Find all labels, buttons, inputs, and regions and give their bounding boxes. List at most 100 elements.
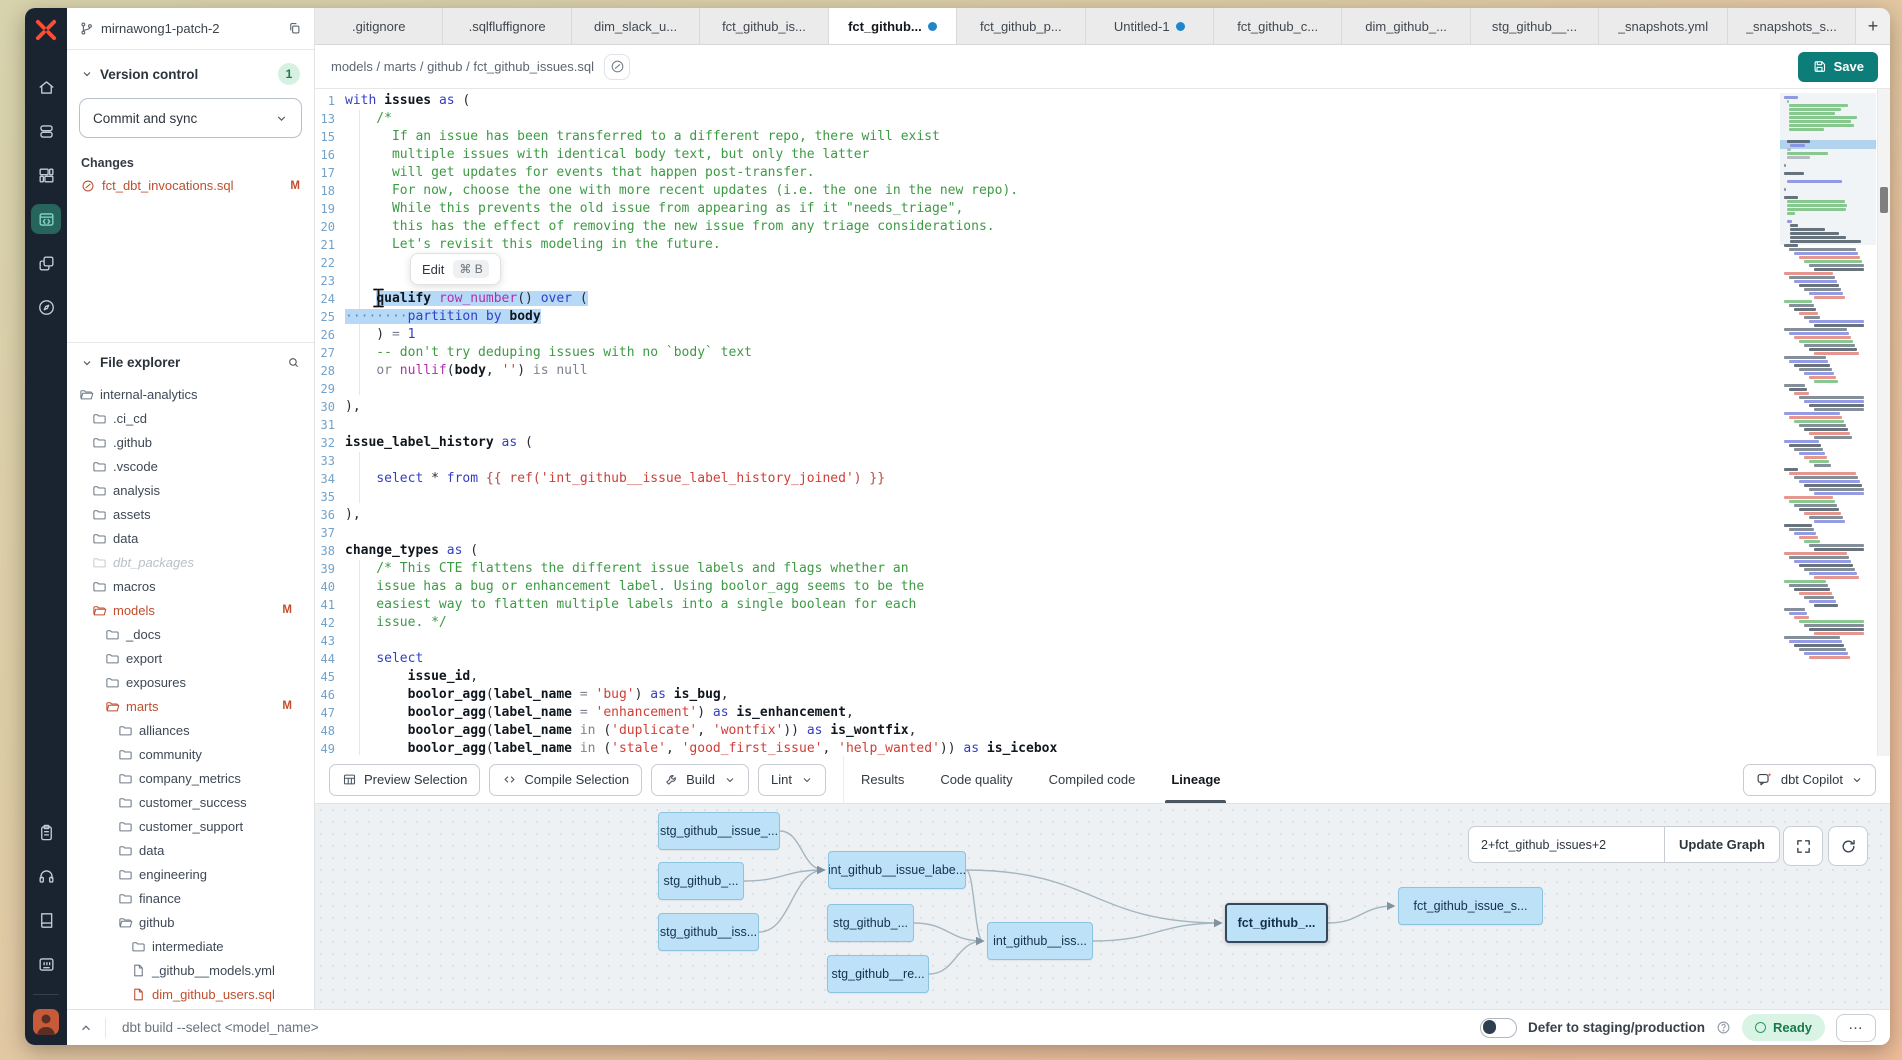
code-line-32[interactable]: 32issue_label_history as (	[315, 434, 1890, 452]
code-line-24[interactable]: 24 qualify row_number() over (	[315, 290, 1890, 308]
tree-item-internal-analytics[interactable]: internal-analytics	[67, 382, 314, 406]
tab-.gitignore[interactable]: .gitignore	[315, 8, 443, 44]
tree-item-alliances[interactable]: alliances	[67, 718, 314, 742]
lineage-node-fct_github_...[interactable]: fct_github_...	[1225, 903, 1328, 943]
tree-item-exposures[interactable]: exposures	[67, 670, 314, 694]
explore-compass-icon[interactable]	[31, 292, 61, 322]
deploy-stack-icon[interactable]	[31, 116, 61, 146]
code-line-1[interactable]: 1with issues as (	[315, 92, 1890, 110]
code-line-13[interactable]: 13 /*	[315, 110, 1890, 128]
tree-item-customer_support[interactable]: customer_support	[67, 814, 314, 838]
tab-.sqlfluffignore[interactable]: .sqlfluffignore	[443, 8, 571, 44]
lineage-selector-input[interactable]	[1468, 826, 1664, 863]
code-line-46[interactable]: 46 boolor_agg(label_name = 'bug') as is_…	[315, 686, 1890, 704]
tree-item-data[interactable]: data	[67, 526, 314, 550]
compare-windows-icon[interactable]	[31, 248, 61, 278]
lineage-node-stg_github_...[interactable]: stg_github_...	[827, 904, 914, 942]
code-line-47[interactable]: 47 boolor_agg(label_name = 'enhancement'…	[315, 704, 1890, 722]
code-line-23[interactable]: 23	[315, 272, 1890, 290]
tab-dim_slack_u...[interactable]: dim_slack_u...	[572, 8, 700, 44]
code-editor-icon[interactable]	[31, 204, 61, 234]
preview-selection-button[interactable]: Preview Selection	[329, 764, 480, 796]
code-line-36[interactable]: 36),	[315, 506, 1890, 524]
tree-item-models[interactable]: modelsM	[67, 598, 314, 622]
update-graph-button[interactable]: Update Graph	[1664, 826, 1780, 863]
lineage-node-fct_github_issue_s...[interactable]: fct_github_issue_s...	[1398, 887, 1543, 925]
lineage-node-stg_github__re...[interactable]: stg_github__re...	[827, 955, 929, 993]
tree-item-finance[interactable]: finance	[67, 886, 314, 910]
code-line-26[interactable]: 26 ) = 1	[315, 326, 1890, 344]
tab-_snapshots.yml[interactable]: _snapshots.yml	[1599, 8, 1727, 44]
code-line-19[interactable]: 19 While this prevents the old issue fro…	[315, 200, 1890, 218]
code-line-44[interactable]: 44 select	[315, 650, 1890, 668]
lineage-node-stg_github_...[interactable]: stg_github_...	[658, 862, 744, 900]
dbt-command-input[interactable]: dbt build --select <model_name>	[122, 1020, 319, 1035]
tab-_snapshots_s...[interactable]: _snapshots_s...	[1728, 8, 1856, 44]
dbt-logo[interactable]	[33, 17, 59, 43]
code-line-43[interactable]: 43	[315, 632, 1890, 650]
code-line-41[interactable]: 41 easiest way to flatten multiple label…	[315, 596, 1890, 614]
code-line-42[interactable]: 42 issue. */	[315, 614, 1890, 632]
code-line-15[interactable]: 15 If an issue has been transferred to a…	[315, 128, 1890, 146]
tab-fct_github_c...[interactable]: fct_github_c...	[1214, 8, 1342, 44]
code-line-49[interactable]: 49 boolor_agg(label_name in ('stale', 'g…	[315, 740, 1890, 756]
clipboard-icon[interactable]	[31, 817, 61, 847]
tree-item-_docs[interactable]: _docs	[67, 622, 314, 646]
keyboard-icon[interactable]	[31, 949, 61, 979]
tree-item-dbt_packages[interactable]: dbt_packages	[67, 550, 314, 574]
edit-tooltip[interactable]: Edit ⌘ B	[410, 253, 501, 285]
user-avatar[interactable]	[33, 1009, 59, 1035]
tree-item-.github[interactable]: .github	[67, 430, 314, 454]
tree-item-dim_github_users.sql[interactable]: dim_github_users.sql	[67, 982, 314, 1006]
status-ready-badge[interactable]: Ready	[1742, 1014, 1825, 1041]
file-info-icon[interactable]	[604, 54, 630, 80]
dbt-copilot-button[interactable]: dbt Copilot	[1743, 764, 1876, 796]
tree-item-.vscode[interactable]: .vscode	[67, 454, 314, 478]
code-line-16[interactable]: 16 multiple issues with identical body t…	[315, 146, 1890, 164]
defer-toggle[interactable]	[1480, 1018, 1517, 1038]
tree-item-marts[interactable]: martsM	[67, 694, 314, 718]
tree-item-.ci_cd[interactable]: .ci_cd	[67, 406, 314, 430]
lineage-node-int_github__issue_labe...[interactable]: int_github__issue_labe...	[828, 851, 966, 889]
tab-fct_github_p...[interactable]: fct_github_p...	[957, 8, 1085, 44]
new-tab-button[interactable]: +	[1856, 8, 1890, 44]
build-button[interactable]: Build	[651, 764, 749, 796]
changed-file-row[interactable]: fct_dbt_invocations.sql M	[67, 175, 314, 196]
tab-fct_github_is...[interactable]: fct_github_is...	[700, 8, 828, 44]
save-button[interactable]: Save	[1798, 52, 1878, 82]
code-line-40[interactable]: 40 issue has a bug or enhancement label.…	[315, 578, 1890, 596]
scrollbar-thumb[interactable]	[1880, 187, 1888, 213]
tree-item-engineering[interactable]: engineering	[67, 862, 314, 886]
code-line-27[interactable]: 27 -- don't try deduping issues with no …	[315, 344, 1890, 362]
tree-item-github[interactable]: github	[67, 910, 314, 934]
compile-selection-button[interactable]: Compile Selection	[489, 764, 642, 796]
docs-book-icon[interactable]	[31, 905, 61, 935]
code-line-29[interactable]: 29	[315, 380, 1890, 398]
tree-item-intermediate[interactable]: intermediate	[67, 934, 314, 958]
code-line-20[interactable]: 20 this has the effect of removing the n…	[315, 218, 1890, 236]
home-icon[interactable]	[31, 72, 61, 102]
code-line-18[interactable]: 18 For now, choose the one with more rec…	[315, 182, 1890, 200]
edit-action-label[interactable]: Edit	[422, 262, 444, 277]
copy-icon[interactable]	[287, 21, 302, 36]
minimap[interactable]	[1784, 93, 1872, 752]
lineage-node-stg_github__iss...[interactable]: stg_github__iss...	[658, 913, 759, 951]
lineage-node-stg_github__issue_...[interactable]: stg_github__issue_...	[658, 812, 780, 850]
tab-dim_github_...[interactable]: dim_github_...	[1342, 8, 1470, 44]
code-line-39[interactable]: 39 /* This CTE flattens the different is…	[315, 560, 1890, 578]
tree-item-analysis[interactable]: analysis	[67, 478, 314, 502]
version-control-header[interactable]: Version control 1	[67, 50, 314, 92]
code-line-35[interactable]: 35	[315, 488, 1890, 506]
tree-item-_github__models.yml[interactable]: _github__models.yml	[67, 958, 314, 982]
fullscreen-button[interactable]	[1783, 826, 1823, 866]
refresh-button[interactable]	[1828, 826, 1868, 866]
panel-tab-compiled-code[interactable]: Compiled code	[1049, 756, 1136, 803]
tree-item-assets[interactable]: assets	[67, 502, 314, 526]
lint-button[interactable]: Lint	[758, 764, 826, 796]
file-explorer-header[interactable]: File explorer	[67, 343, 314, 378]
code-line-45[interactable]: 45 issue_id,	[315, 668, 1890, 686]
code-line-31[interactable]: 31	[315, 416, 1890, 434]
tree-item-community[interactable]: community	[67, 742, 314, 766]
code-line-22[interactable]: 22	[315, 254, 1890, 272]
code-line-37[interactable]: 37	[315, 524, 1890, 542]
